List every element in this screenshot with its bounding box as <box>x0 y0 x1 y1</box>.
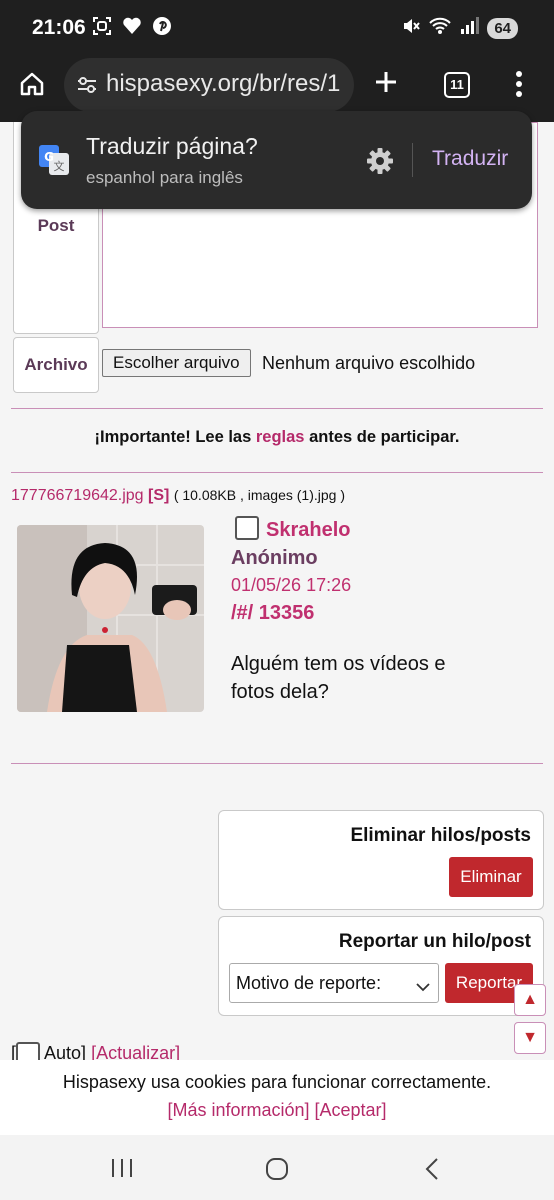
delete-box-title: Eliminar hilos/posts <box>350 825 531 846</box>
report-reason-value: Motivo de reporte: <box>236 973 382 993</box>
file-meta: ( 10.08KB , images (1).jpg ) <box>173 487 345 503</box>
translate-popup: G 文 Traduzir página? espanhol para inglê… <box>21 111 532 209</box>
cookie-banner: Hispasexy usa cookies para funcionar cor… <box>0 1060 554 1135</box>
pinterest-icon <box>152 16 172 41</box>
system-nav-bar <box>0 1135 554 1200</box>
post-thumbnail[interactable] <box>17 525 204 712</box>
report-reason-select[interactable]: Motivo de reporte: <box>229 963 439 1003</box>
new-tab-icon[interactable] <box>372 66 400 105</box>
screenshot-icon <box>92 16 112 41</box>
home-icon[interactable] <box>18 70 46 103</box>
heart-icon <box>122 16 142 41</box>
auto-label: Auto] <box>40 1042 92 1060</box>
post-label: Post <box>37 216 75 235</box>
file-label: Archivo <box>24 355 88 374</box>
page-content: Post Archivo Escolher arquivo Nenhum arq… <box>0 122 554 1060</box>
translate-subtitle: espanhol para inglês <box>86 168 243 187</box>
post-message: Alguém tem os vídeos e fotos dela? <box>231 653 446 703</box>
file-label-cell: Archivo <box>13 337 99 393</box>
delete-button[interactable]: Eliminar <box>449 857 533 897</box>
status-time: 21:06 <box>32 16 86 39</box>
address-bar[interactable]: hispasexy.org/br/res/1 <box>64 58 354 112</box>
translate-title: Traduzir página? <box>86 133 258 159</box>
wifi-icon <box>429 16 452 41</box>
file-info: 177766719642.jpg [S] ( 10.08KB , images … <box>11 487 345 505</box>
chevron-down-icon <box>416 976 430 997</box>
post-date: 01/05/26 17:26 <box>231 575 352 595</box>
report-box: Reportar un hilo/post Motivo de reporte:… <box>218 916 544 1016</box>
report-box-title: Reportar un hilo/post <box>338 931 531 952</box>
scroll-up-button[interactable]: ▲ <box>514 984 546 1016</box>
post-subject: Skrahelo <box>266 519 351 541</box>
auto-update-checkbox[interactable] <box>16 1042 41 1060</box>
overflow-menu-icon[interactable] <box>515 70 523 103</box>
home-nav-icon[interactable] <box>265 1157 289 1186</box>
notice-text: ¡Importante! Lee las <box>94 428 256 446</box>
rules-notice: ¡Importante! Lee las reglas antes de par… <box>0 428 554 447</box>
search-link[interactable]: [S] <box>148 487 169 504</box>
status-bar: 21:06 64 <box>0 0 554 56</box>
post-select-checkbox[interactable] <box>235 516 259 540</box>
delete-box: Eliminar hilos/posts Eliminar <box>218 810 544 910</box>
translate-divider <box>412 143 413 177</box>
back-icon[interactable] <box>423 1157 441 1186</box>
file-status-text: Nenhum arquivo escolhido <box>262 353 476 373</box>
divider <box>11 472 543 473</box>
post-number[interactable]: /#/ 13356 <box>231 602 314 625</box>
site-settings-icon[interactable] <box>76 74 98 102</box>
auto-update-row: [ Auto] [Actualizar] <box>11 1042 180 1060</box>
scroll-down-button[interactable]: ▼ <box>514 1022 546 1054</box>
notice-text-end: antes de participar. <box>304 428 460 446</box>
post-author: Anónimo <box>231 547 318 569</box>
mute-icon <box>401 16 421 41</box>
svg-text:G: G <box>44 150 54 164</box>
gear-icon[interactable] <box>365 146 395 181</box>
file-link[interactable]: 177766719642.jpg <box>11 487 144 504</box>
battery-indicator: 64 <box>487 18 518 39</box>
divider <box>11 408 543 409</box>
translate-button[interactable]: Traduzir <box>432 147 508 171</box>
cookie-links[interactable]: [Más información] [Aceptar] <box>0 1100 554 1121</box>
choose-file-button[interactable]: Escolher arquivo <box>102 349 251 377</box>
svg-text:文: 文 <box>54 159 65 173</box>
tab-switcher-button[interactable]: 11 <box>444 72 470 98</box>
url-text: hispasexy.org/br/res/1 <box>106 70 341 97</box>
signal-icon <box>459 16 480 41</box>
rules-link[interactable]: reglas <box>256 428 305 446</box>
google-translate-icon: G 文 <box>39 145 69 180</box>
cookie-text: Hispasexy usa cookies para funcionar cor… <box>62 1072 492 1092</box>
refresh-link[interactable]: [Actualizar] <box>91 1043 180 1060</box>
recents-icon[interactable] <box>110 1157 134 1184</box>
divider <box>11 763 543 764</box>
